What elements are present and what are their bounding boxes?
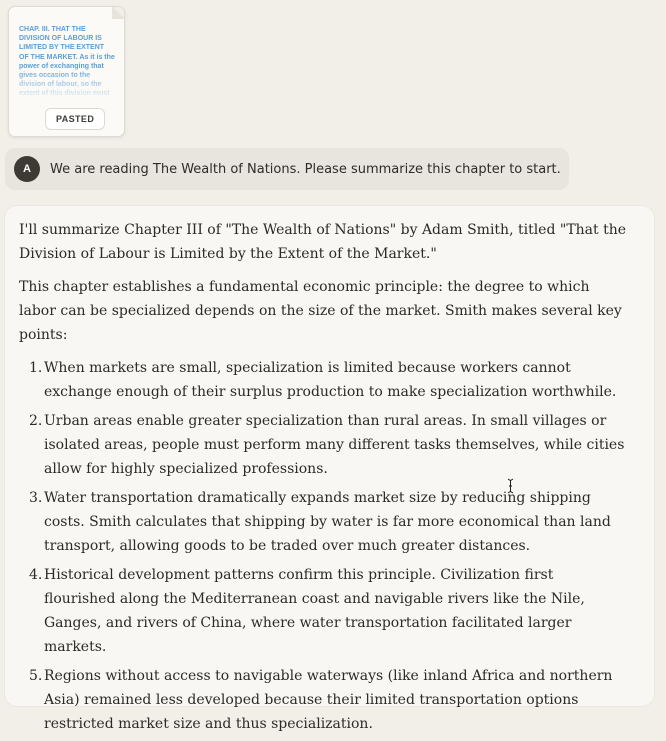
list-item: 1. When markets are small, specializatio… (19, 356, 629, 404)
assistant-message-body: I'll summarize Chapter III of "The Wealt… (19, 218, 629, 741)
list-item-number: 3. (29, 490, 43, 506)
key-points-list: 1. When markets are small, specializatio… (19, 356, 629, 736)
assistant-intro: I'll summarize Chapter III of "The Wealt… (19, 222, 627, 262)
list-item-number: 2. (29, 413, 43, 429)
pasted-attachment-card[interactable]: CHAP. III. THAT THE DIVISION OF LABOUR I… (8, 6, 125, 137)
list-item-number: 1. (29, 360, 43, 376)
list-item: 2. Urban areas enable greater specializa… (19, 409, 629, 481)
assistant-paragraph: This chapter establishes a fundamental e… (19, 279, 622, 343)
user-message: A We are reading The Wealth of Nations. … (5, 148, 569, 190)
list-item-text: When markets are small, specialization i… (44, 360, 617, 400)
pasted-preview-text: CHAP. III. THAT THE DIVISION OF LABOUR I… (19, 26, 115, 98)
list-item: 3. Water transportation dramatically exp… (19, 486, 629, 558)
text-cursor-icon (507, 478, 514, 494)
list-item-number: 4. (29, 567, 43, 583)
pasted-badge: PASTED (45, 108, 106, 130)
list-item-text: Water transportation dramatically expand… (44, 490, 611, 554)
list-item-text: Regions without access to navigable wate… (44, 668, 613, 732)
page-fold-icon (112, 7, 124, 19)
assistant-message: I'll summarize Chapter III of "The Wealt… (5, 206, 654, 732)
list-item: 5. Regions without access to navigable w… (19, 664, 629, 736)
list-item-text: Urban areas enable greater specializatio… (44, 413, 625, 477)
list-item: 4. Historical development patterns confi… (19, 563, 629, 659)
list-item-text: Historical development patterns confirm … (44, 567, 585, 655)
list-item-number: 5. (29, 668, 43, 684)
user-message-text: We are reading The Wealth of Nations. Pl… (50, 161, 561, 177)
user-avatar: A (14, 156, 40, 182)
